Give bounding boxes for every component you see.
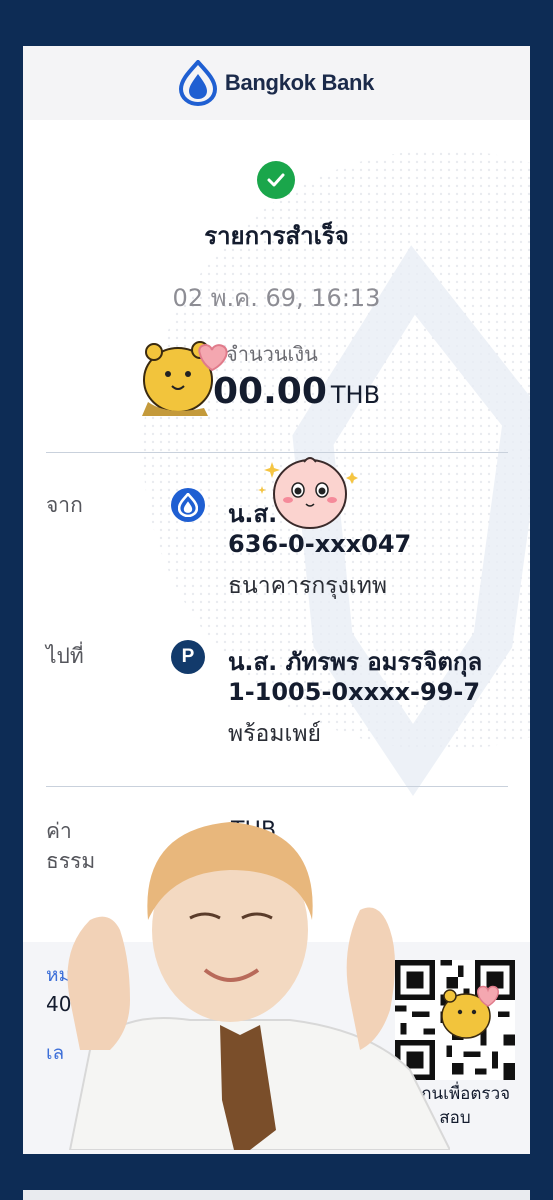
to-label: ไปที่ [46,644,84,668]
brand-name: Bangkok Bank [224,70,375,95]
amount-value: 00.00 THB [213,371,380,412]
to-account: 1-1005-0xxxx-99-7 [228,678,481,706]
bear-sticker [142,341,228,416]
bangkok-bank-logo-icon [178,60,217,106]
amount-currency: THB [330,381,381,409]
next-receipt-edge [23,1190,530,1200]
transaction-datetime: 02 พ.ค. 69, 16:13 [172,284,381,312]
to-bank: พร้อมเพย์ [228,721,321,747]
person-photo-sticker [67,822,450,1150]
bangkok-bank-logo: Bangkok Bank [178,60,375,106]
from-account: 636-0-xxx047 [228,530,412,558]
peach-sticker [258,457,358,529]
promptpay-icon: P [171,640,205,674]
receipt-header: Bangkok Bank [23,46,530,120]
amount-label: จำนวนเงิน [226,342,318,366]
from-bank: ธนาคารกรุงเทพ [228,573,388,599]
divider [46,786,508,787]
success-check-icon [257,161,295,199]
bangkok-bank-badge-icon [171,488,205,522]
bear-sticker-small [441,985,499,1039]
to-name: น.ส. ภัทรพร อมรรจิตกุล [228,648,483,676]
from-label: จาก [46,493,83,517]
status-title: รายการสำเร็จ [204,222,349,250]
